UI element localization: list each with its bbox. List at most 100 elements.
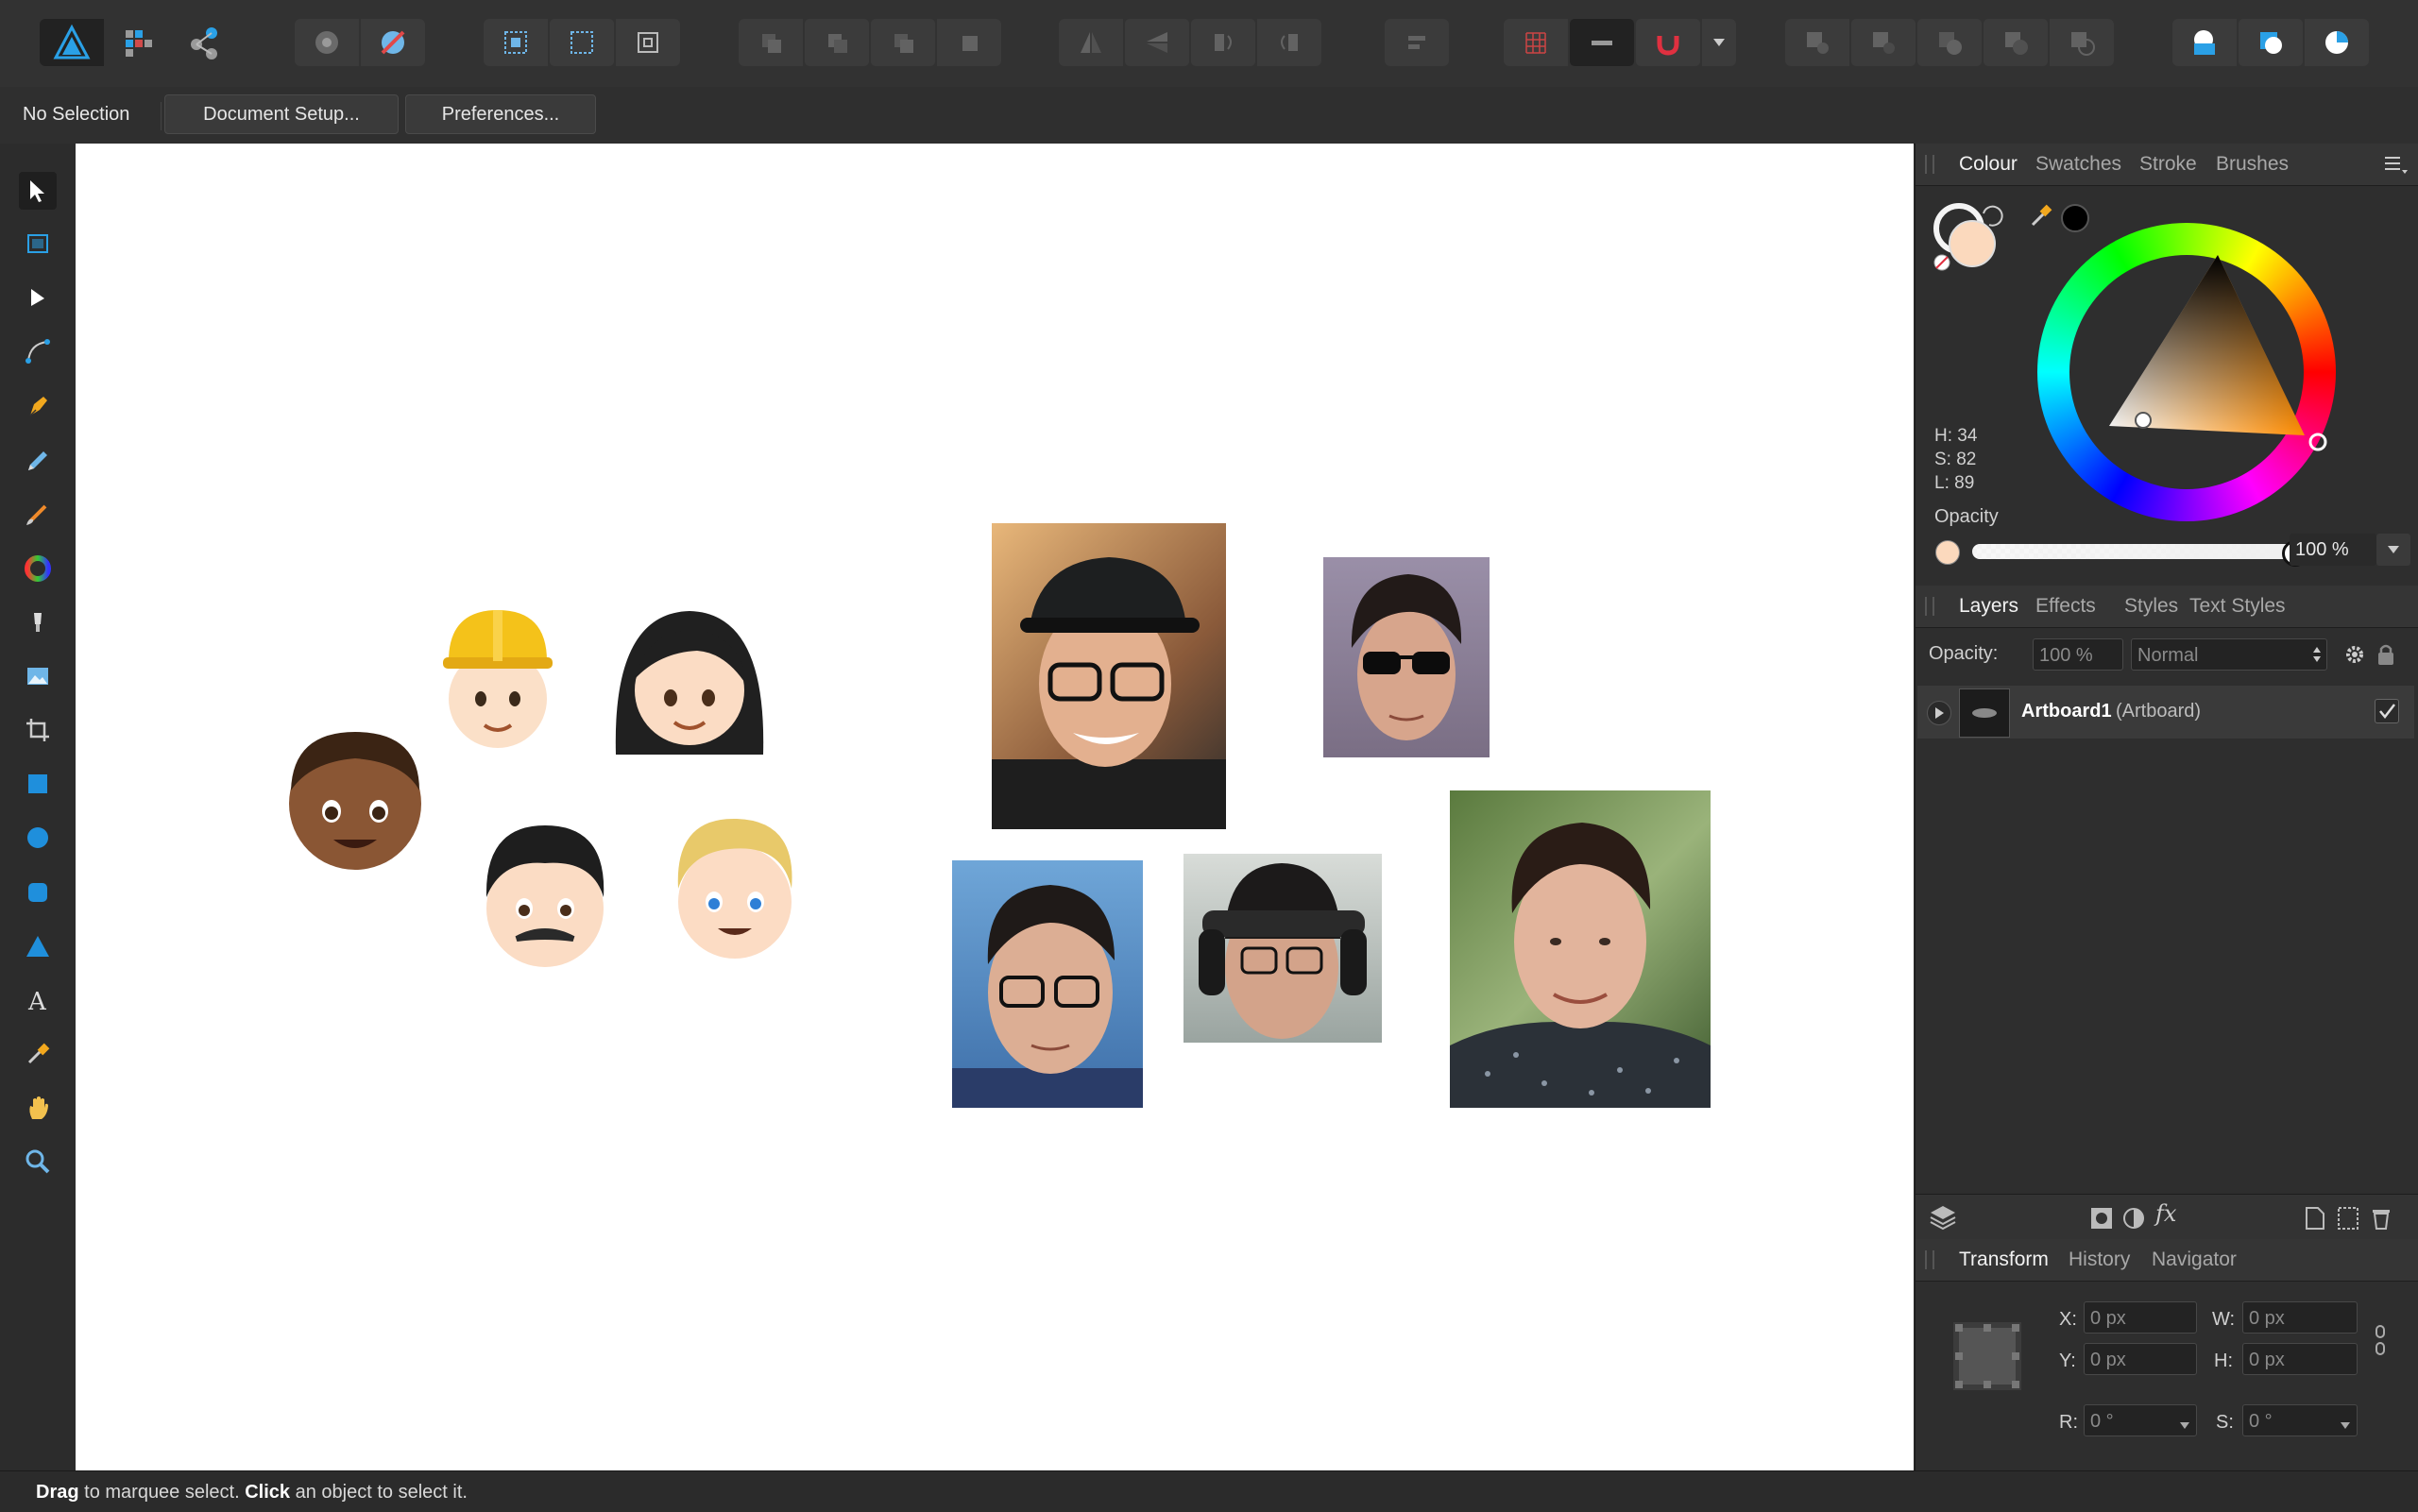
artboard-tool-icon[interactable]: [19, 225, 57, 263]
layer-settings-gear-icon[interactable]: [2342, 642, 2367, 671]
panel-menu-icon[interactable]: [2383, 155, 2408, 180]
layer-expand-icon[interactable]: [1927, 701, 1951, 725]
photo-man-sunglasses[interactable]: [1323, 557, 1490, 757]
insert-inside-icon[interactable]: [2305, 19, 2369, 66]
fill-tool-icon[interactable]: [19, 550, 57, 587]
layer-lock-icon[interactable]: [2376, 642, 2395, 671]
divide-icon[interactable]: [2050, 19, 2114, 66]
pixel-persona-icon[interactable]: [106, 19, 170, 66]
emoji-woman-black-hair[interactable]: [612, 603, 767, 758]
insert-front-icon[interactable]: [2239, 19, 2303, 66]
panel-grip[interactable]: [1925, 1250, 1934, 1269]
fx-effects-icon[interactable]: fx: [2155, 1200, 2176, 1227]
rotate-left-icon[interactable]: [1191, 19, 1255, 66]
tab-colour[interactable]: Colour: [1959, 153, 2018, 176]
panel-grip[interactable]: [1925, 155, 1934, 174]
adjustment-layer-icon[interactable]: [2121, 1206, 2146, 1235]
assistant-icon[interactable]: [295, 19, 359, 66]
place-image-tool-icon[interactable]: [19, 657, 57, 695]
pencil-tool-icon[interactable]: [19, 442, 57, 480]
opacity-dropdown-icon[interactable]: [2376, 534, 2410, 566]
guides-icon[interactable]: [1570, 19, 1634, 66]
photo-man-headset[interactable]: [1183, 854, 1382, 1043]
select-frame-icon[interactable]: [550, 19, 614, 66]
align-icon[interactable]: [1385, 19, 1449, 66]
emoji-boy-dark-skin[interactable]: [281, 724, 429, 872]
panel-grip[interactable]: [1925, 597, 1934, 616]
snapping-magnet-icon[interactable]: [1636, 19, 1700, 66]
tab-effects[interactable]: Effects: [2035, 595, 2096, 618]
rectangle-tool-icon[interactable]: [19, 765, 57, 803]
emoji-blond-man[interactable]: [671, 815, 799, 962]
blend-mode-select[interactable]: Normal: [2131, 638, 2327, 671]
move-forward-one-icon[interactable]: [871, 19, 935, 66]
emoji-man-mustache[interactable]: [479, 822, 611, 973]
colour-wheel[interactable]: [2037, 223, 2336, 521]
node-tool-icon[interactable]: [19, 279, 57, 316]
tab-history[interactable]: History: [2069, 1249, 2130, 1271]
intersect-icon[interactable]: [1917, 19, 1982, 66]
colour-picker-tool-icon[interactable]: [19, 1035, 57, 1073]
artboard-canvas[interactable]: [76, 144, 1914, 1470]
move-to-back-icon[interactable]: [739, 19, 803, 66]
flip-vertical-icon[interactable]: [1125, 19, 1189, 66]
tab-navigator[interactable]: Navigator: [2152, 1249, 2237, 1271]
shear-dropdown-icon[interactable]: [2341, 1417, 2350, 1434]
vector-brush-tool-icon[interactable]: [19, 495, 57, 533]
h-field[interactable]: 0 px: [2242, 1343, 2358, 1375]
anchor-point-selector[interactable]: [1953, 1322, 2021, 1390]
add-layer-icon[interactable]: [2305, 1206, 2325, 1235]
layer-row-artboard1[interactable]: Artboard1 (Artboard): [1917, 686, 2414, 739]
emoji-construction-worker[interactable]: [441, 604, 554, 756]
photo-man-patterned-shirt[interactable]: [1450, 790, 1711, 1108]
artistic-text-tool-icon[interactable]: A: [19, 981, 57, 1019]
zoom-tool-icon[interactable]: [19, 1143, 57, 1181]
ellipse-tool-icon[interactable]: [19, 819, 57, 857]
view-tool-hand-icon[interactable]: [19, 1089, 57, 1127]
mask-layer-icon[interactable]: [2089, 1206, 2114, 1235]
add-icon[interactable]: [1785, 19, 1849, 66]
subtract-icon[interactable]: [1851, 19, 1916, 66]
xor-icon[interactable]: [1984, 19, 2048, 66]
delete-layer-icon[interactable]: [2371, 1206, 2392, 1235]
flip-horizontal-icon[interactable]: [1059, 19, 1123, 66]
tab-styles[interactable]: Styles: [2124, 595, 2178, 618]
rotate-right-icon[interactable]: [1257, 19, 1321, 66]
layer-visibility-checkbox[interactable]: [2375, 699, 2399, 723]
add-pixel-layer-icon[interactable]: [2337, 1206, 2359, 1235]
photo-man-hat-glasses[interactable]: [992, 523, 1226, 829]
pen-tool-icon[interactable]: [19, 387, 57, 425]
fill-stroke-swatch[interactable]: [1931, 200, 2006, 280]
snapping-dropdown-icon[interactable]: [1702, 19, 1736, 66]
move-to-front-icon[interactable]: [937, 19, 1001, 66]
transform-origin-icon[interactable]: [616, 19, 680, 66]
insert-behind-icon[interactable]: [2172, 19, 2237, 66]
grid-icon[interactable]: [1504, 19, 1568, 66]
opacity-slider[interactable]: [1972, 544, 2293, 559]
tab-stroke[interactable]: Stroke: [2139, 153, 2197, 176]
rotation-dropdown-icon[interactable]: [2180, 1417, 2189, 1434]
export-persona-icon[interactable]: [172, 19, 236, 66]
photo-man-glasses-blue[interactable]: [952, 860, 1143, 1108]
designer-persona-icon[interactable]: [40, 19, 104, 66]
rounded-rectangle-tool-icon[interactable]: [19, 874, 57, 911]
tab-brushes[interactable]: Brushes: [2216, 153, 2289, 176]
layers-stack-icon[interactable]: [1929, 1204, 1957, 1235]
tab-layers[interactable]: Layers: [1959, 595, 2018, 618]
crop-tool-icon[interactable]: [19, 711, 57, 749]
y-field[interactable]: 0 px: [2084, 1343, 2197, 1375]
x-field[interactable]: 0 px: [2084, 1301, 2197, 1334]
document-setup-button[interactable]: Document Setup...: [164, 94, 399, 134]
move-tool-icon[interactable]: [19, 172, 57, 210]
tab-transform[interactable]: Transform: [1959, 1249, 2049, 1271]
w-field[interactable]: 0 px: [2242, 1301, 2358, 1334]
corner-tool-icon[interactable]: [19, 332, 57, 370]
transparency-tool-icon[interactable]: [19, 603, 57, 641]
triangle-tool-icon[interactable]: [19, 927, 57, 965]
lock-aspect-ratio-icon[interactable]: [2374, 1324, 2387, 1361]
layer-opacity-field[interactable]: 100 %: [2033, 638, 2123, 671]
opacity-value-field[interactable]: 100 %: [2290, 534, 2376, 566]
tab-text-styles[interactable]: Text Styles: [2189, 595, 2286, 618]
tab-swatches[interactable]: Swatches: [2035, 153, 2121, 176]
assistant-settings-icon[interactable]: [361, 19, 425, 66]
